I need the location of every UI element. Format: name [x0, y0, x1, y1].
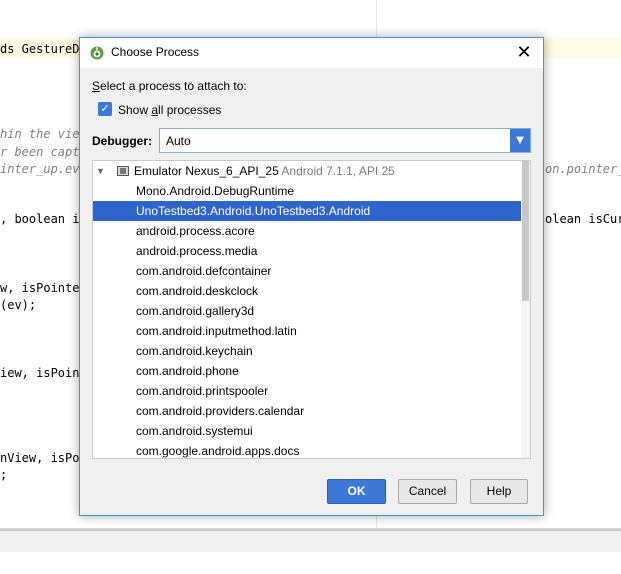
code-line: olean isCur — [545, 212, 621, 226]
code-line: , boolean is — [0, 212, 87, 226]
code-comment-line: r been captu — [0, 145, 87, 159]
android-studio-icon — [90, 46, 104, 60]
code-line: ds GestureDe — [0, 42, 87, 56]
expand-arrow-icon[interactable]: ▼ — [96, 161, 105, 181]
process-name: com.android.printspooler — [136, 384, 269, 398]
process-name: com.google.android.apps.docs — [136, 444, 300, 458]
device-info: Android 7.1.1, API 25 — [281, 164, 395, 178]
process-name: com.android.systemui — [136, 424, 253, 438]
process-item[interactable]: android.process.media — [93, 241, 521, 261]
process-name: com.android.inputmethod.latin — [136, 324, 297, 338]
code-line: ; — [0, 468, 8, 482]
process-item[interactable]: com.android.inputmethod.latin — [93, 321, 521, 341]
show-all-processes-checkbox[interactable]: ✓ — [98, 102, 112, 116]
device-icon — [117, 166, 129, 176]
code-line: nView, isPoi — [0, 451, 87, 465]
process-item[interactable]: com.android.systemui — [93, 421, 521, 441]
process-item[interactable]: android.process.acore — [93, 221, 521, 241]
scrollbar-thumb[interactable] — [0, 529, 621, 531]
process-list[interactable]: ▼ Emulator Nexus_6_API_25 Android 7.1.1,… — [92, 160, 531, 459]
prompt-text: elect a process to attach to: — [100, 79, 247, 93]
debugger-select[interactable]: Auto ▼ — [159, 128, 531, 153]
process-item-selected[interactable]: UnoTestbed3.Android.UnoTestbed3.Android — [93, 201, 521, 221]
cancel-button[interactable]: Cancel — [398, 479, 457, 504]
process-item[interactable]: com.android.deskclock — [93, 281, 521, 301]
status-area — [0, 552, 621, 574]
ok-button[interactable]: OK — [327, 479, 386, 504]
label-part: ll processes — [158, 103, 222, 117]
process-name: com.android.defcontainer — [136, 264, 272, 278]
close-icon[interactable]: ✕ — [513, 42, 535, 64]
process-name: UnoTestbed3.Android.UnoTestbed3.Android — [136, 204, 371, 218]
code-comment-line: on.pointer_ — [545, 162, 621, 176]
process-item[interactable]: com.android.gallery3d — [93, 301, 521, 321]
code-comment-line: hin the view — [0, 127, 87, 141]
process-item[interactable]: com.google.android.apps.docs — [93, 441, 521, 458]
device-label: Emulator Nexus_6_API_25 Android 7.1.1, A… — [134, 161, 395, 181]
process-item[interactable]: com.android.defcontainer — [93, 261, 521, 281]
list-scrollbar[interactable] — [521, 161, 530, 458]
process-item[interactable]: com.android.keychain — [93, 341, 521, 361]
code-comment-line: inter_up.eve — [0, 162, 87, 176]
code-line: (ev); — [0, 298, 37, 312]
process-item[interactable]: com.android.printspooler — [93, 381, 521, 401]
mnemonic-s: S — [92, 79, 101, 93]
dialog-title: Choose Process — [111, 45, 200, 59]
process-item[interactable]: com.android.phone — [93, 361, 521, 381]
debugger-label: Debugger: — [92, 134, 152, 148]
choose-process-dialog: Choose Process ✕ Select a process to att… — [79, 37, 544, 516]
dialog-titlebar[interactable]: Choose Process ✕ — [80, 38, 543, 68]
device-node[interactable]: ▼ Emulator Nexus_6_API_25 Android 7.1.1,… — [93, 161, 521, 181]
label-part: Show — [118, 103, 152, 117]
process-name: com.android.phone — [136, 364, 239, 378]
debugger-value: Auto — [166, 134, 191, 148]
process-name: android.process.acore — [136, 224, 255, 238]
chevron-down-icon[interactable]: ▼ — [510, 129, 530, 152]
process-item[interactable]: Mono.Android.DebugRuntime — [93, 181, 521, 201]
process-name: com.android.providers.calendar — [136, 404, 305, 418]
select-process-prompt: Select a process to attach to: — [92, 79, 247, 93]
process-item[interactable]: com.android.providers.calendar — [93, 401, 521, 421]
process-name: com.android.keychain — [136, 344, 253, 358]
code-line: w, isPointer — [0, 281, 87, 295]
list-scrollbar-thumb[interactable] — [522, 161, 529, 301]
show-all-processes-label[interactable]: Show all processes — [118, 103, 221, 117]
process-name: com.android.gallery3d — [136, 304, 255, 318]
process-name: android.process.media — [136, 244, 258, 258]
help-button[interactable]: Help — [470, 479, 528, 504]
horizontal-scrollbar[interactable] — [0, 528, 621, 553]
device-name: Emulator Nexus_6_API_25 — [134, 164, 279, 178]
code-line: iew, isPoint — [0, 366, 87, 380]
process-name: Mono.Android.DebugRuntime — [136, 184, 295, 198]
process-name: com.android.deskclock — [136, 284, 259, 298]
